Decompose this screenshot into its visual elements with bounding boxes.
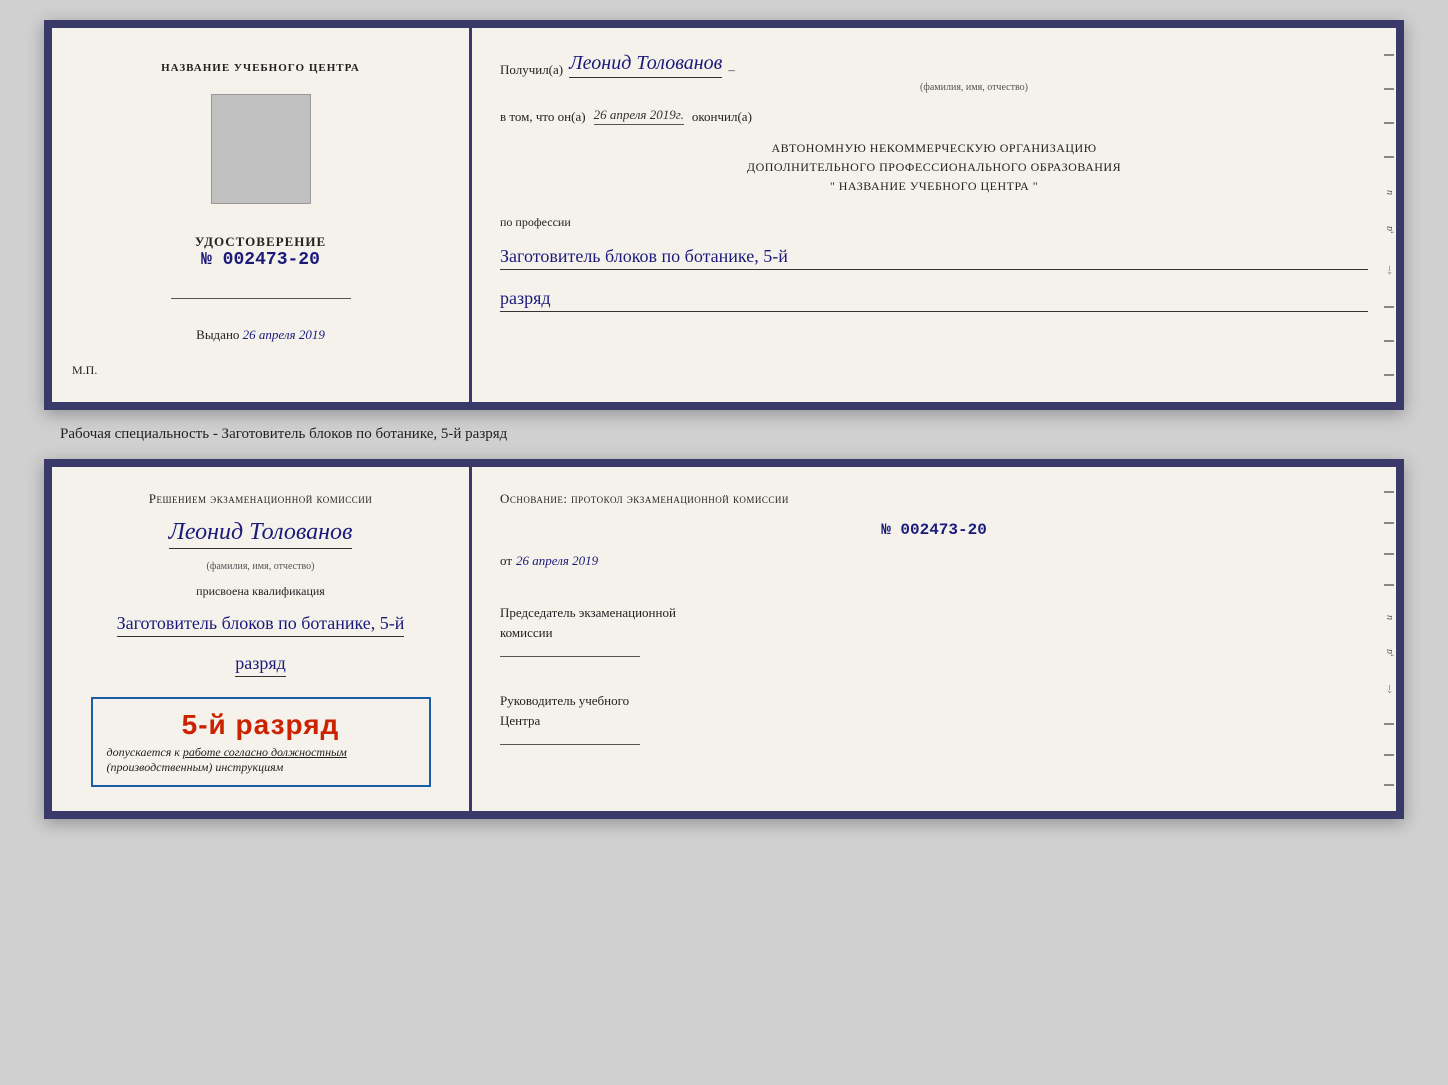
bottom-right-panel: Основание: протокол экзаменационной коми… [472,467,1396,811]
protocol-number: № 002473-20 [500,521,1368,539]
prisvoena-text: присвоена квалификация [196,584,325,599]
udostoverenie-number: № 002473-20 [195,250,326,270]
stamp-main-text: 5-й разряд [107,709,415,741]
top-right-panel: Получил(а) Леонид Толованов – (фамилия, … [472,28,1396,402]
name-subtitle-top: (фамилия, имя, отчество) [580,82,1368,93]
vydano-text: Выдано 26 апреля 2019 [196,327,325,343]
okonchil-text: окончил(а) [692,109,752,125]
osnov-text: Основание: протокол экзаменационной коми… [500,491,1368,507]
rukov-text: Руководитель учебного Центра [500,691,1368,730]
poluchil-line: Получил(а) Леонид Толованов – [500,52,1368,78]
vtom-line: в том, что он(а) 26 апреля 2019г. окончи… [500,107,1368,125]
po-professii-label: по профессии [500,215,1368,230]
specialty-label: Рабочая специальность - Заготовитель бло… [20,426,507,443]
top-certificate-card: НАЗВАНИЕ УЧЕБНОГО ЦЕНТРА УДОСТОВЕРЕНИЕ №… [44,20,1404,410]
ot-date: 26 апреля 2019 [516,553,598,569]
udostoverenie-label: УДОСТОВЕРЕНИЕ [195,234,326,250]
ot-date-line: от 26 апреля 2019 [500,553,1368,569]
recipient-name-top: Леонид Толованов [569,52,722,78]
photo-placeholder [211,94,311,204]
razryad-top: разряд [500,288,1368,312]
signature-line-top [171,298,351,299]
vydano-date: 26 апреля 2019 [243,327,325,342]
right-margin-decoration-bottom: и ,а ‹– [1382,467,1396,811]
resheniem-text: Решением экзаменационной комиссии [149,491,373,507]
qualification-stamp: 5-й разряд допускается к работе согласно… [91,697,431,787]
avt-block: АВТОНОМНУЮ НЕКОММЕРЧЕСКУЮ ОРГАНИЗАЦИЮ ДО… [500,139,1368,197]
mp-label: М.П. [72,363,97,378]
right-margin-decoration: и ,а ‹– [1382,28,1396,402]
name-subtitle-bottom: (фамилия, имя, отчество) [207,561,315,572]
top-left-panel: НАЗВАНИЕ УЧЕБНОГО ЦЕНТРА УДОСТОВЕРЕНИЕ №… [52,28,472,402]
recipient-name-bottom: Леонид Толованов [169,519,353,549]
razryad-bottom: разряд [235,653,286,677]
school-name-top: НАЗВАНИЕ УЧЕБНОГО ЦЕНТРА [161,62,360,74]
profession-top: Заготовитель блоков по ботанике, 5-й [500,246,1368,270]
profession-bottom: Заготовитель блоков по ботанике, 5-й [117,613,405,637]
predsedatel-text: Председатель экзаменационной комиссии [500,603,1368,642]
bottom-certificate-card: Решением экзаменационной комиссии Леонид… [44,459,1404,819]
stamp-sub-text: допускается к работе согласно должностны… [107,745,415,775]
bottom-left-panel: Решением экзаменационной комиссии Леонид… [52,467,472,811]
vtom-date: 26 апреля 2019г. [594,107,684,125]
predsedatel-sign-line [500,656,640,657]
rukov-sign-line [500,744,640,745]
